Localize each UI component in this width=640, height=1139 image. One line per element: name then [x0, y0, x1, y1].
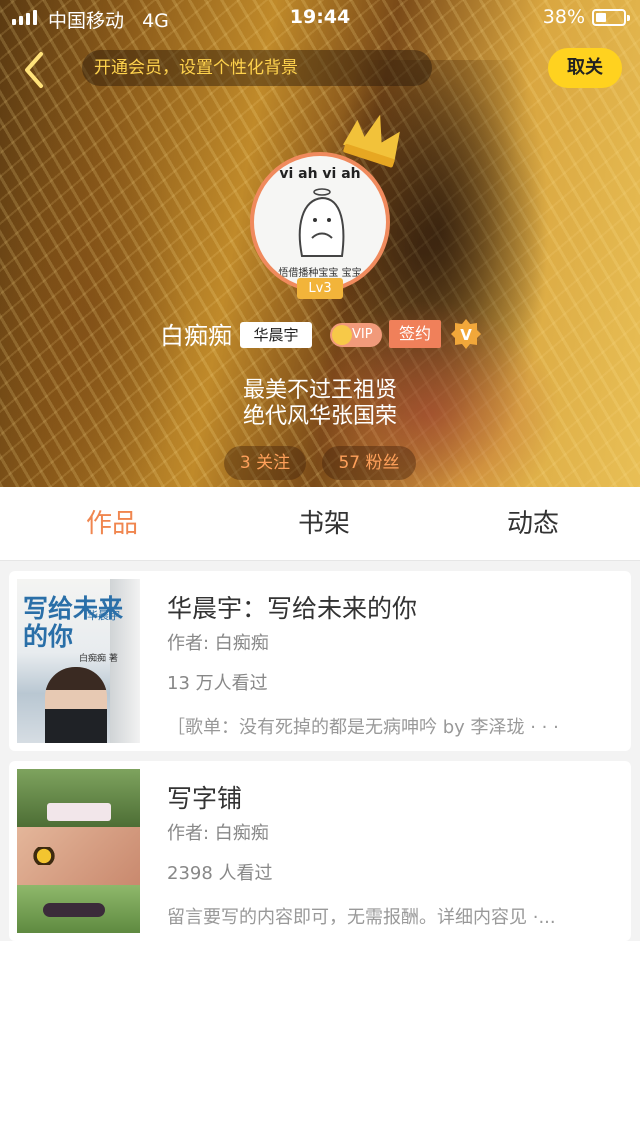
battery-percent: 38% [542, 6, 585, 28]
avatar-caption-top: vi ah vi ah [279, 166, 361, 182]
tab-bookshelf[interactable]: 书架 [264, 487, 384, 561]
battery-icon [592, 9, 630, 26]
profile-tabs: 作品 书架 动态 [0, 487, 640, 561]
battery-level [596, 13, 606, 22]
book-cover [17, 769, 140, 933]
cover-photo-flower [17, 827, 140, 885]
cover-photo-garden [17, 769, 140, 827]
tab-works[interactable]: 作品 [52, 487, 172, 561]
crown-icon [343, 114, 400, 168]
cover-portrait [45, 667, 107, 743]
cover-photo-lawn [17, 885, 140, 933]
work-author: 作者: 白痴痴 [167, 823, 269, 844]
cover-title: 写给未来的你 [23, 594, 124, 651]
work-card[interactable]: 写字铺 作者: 白痴痴 2398 人看过 留言要写的内容即可，无需报酬。详细内容… [9, 761, 631, 941]
work-card[interactable]: 写给未来的你 华晨宇 白痴痴 著 华晨宇：写给未来的你 作者: 白痴痴 13 万… [9, 571, 631, 751]
status-bar: 中国移动 4G 19:44 38% [0, 0, 640, 36]
cover-subtitle: 华晨宇 [87, 609, 120, 622]
back-button[interactable] [14, 48, 54, 92]
unfollow-button[interactable]: 取关 [548, 48, 622, 88]
verified-label: V [460, 326, 472, 344]
tab-feed[interactable]: 动态 [473, 487, 593, 561]
vip-background-banner[interactable]: 开通会员，设置个性化背景 [82, 50, 432, 86]
work-description: ［歌单：没有死掉的都是无病呻吟 by 李泽珑 · · · [167, 717, 559, 738]
fans-count[interactable]: 57 粉丝 [322, 446, 416, 480]
vip-badge[interactable]: VIP [330, 323, 382, 347]
signed-author-badge: 签约 [389, 320, 441, 348]
avatar[interactable]: vi ah vi ah 悟借播种宝宝 宝宝 [250, 152, 390, 292]
work-title: 写字铺 [167, 784, 243, 813]
level-badge: Lv3 [297, 278, 343, 299]
avatar-caption-bottom: 悟借播种宝宝 宝宝 [278, 268, 362, 279]
cover-author: 白痴痴 著 [79, 654, 118, 664]
name-tag: 华晨宇 [240, 322, 312, 348]
verified-icon: V [451, 319, 481, 349]
work-title: 华晨宇：写给未来的你 [167, 594, 418, 623]
book-cover: 写给未来的你 华晨宇 白痴痴 著 [17, 579, 140, 743]
chevron-left-icon [25, 52, 43, 88]
vip-crown-icon [332, 325, 352, 345]
work-author: 作者: 白痴痴 [167, 633, 269, 654]
vip-label: VIP [352, 327, 373, 342]
username: 白痴痴 [160, 322, 232, 350]
bio-line-2: 绝代风华张国荣 [242, 404, 397, 429]
work-description: 留言要写的内容即可，无需报酬。详细内容见 ·... [167, 907, 556, 928]
ghost-sticker-icon [298, 188, 345, 257]
work-views: 2398 人看过 [167, 863, 273, 884]
following-count[interactable]: 3 关注 [224, 446, 306, 480]
work-views: 13 万人看过 [167, 673, 268, 694]
